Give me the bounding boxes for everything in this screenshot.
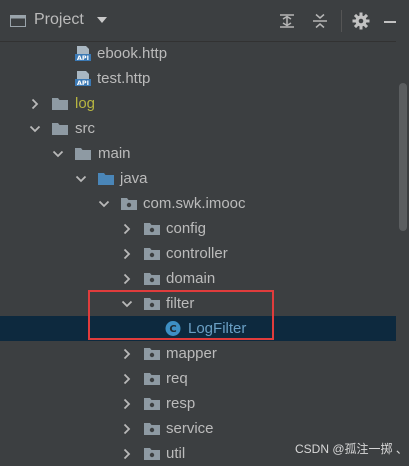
tree-row[interactable]: service: [0, 416, 396, 441]
chevron-down-icon[interactable]: [29, 123, 41, 135]
api-file-icon: API: [75, 46, 91, 62]
package-icon: [144, 223, 160, 235]
tree-row[interactable]: log: [0, 91, 396, 116]
tree-row[interactable]: API test.http: [0, 66, 396, 91]
dropdown-caret-icon[interactable]: [96, 15, 108, 25]
tree-item-label: config: [166, 220, 207, 237]
tree-row[interactable]: API ebook.http: [0, 41, 396, 66]
source-folder-icon: [98, 173, 114, 185]
tree-row[interactable]: config: [0, 216, 396, 241]
project-title[interactable]: Project: [34, 11, 84, 29]
tree-row[interactable]: resp: [0, 391, 396, 416]
chevron-right-icon[interactable]: [121, 248, 133, 260]
package-icon: [144, 248, 160, 260]
package-icon: [144, 398, 160, 410]
chevron-right-icon[interactable]: [29, 98, 41, 110]
tree-item-label: domain: [166, 270, 216, 287]
tree-row[interactable]: main: [0, 141, 396, 166]
tree-row[interactable]: com.swk.imooc: [0, 191, 396, 216]
tree-item-label: service: [166, 420, 214, 437]
expand-all-icon[interactable]: [278, 12, 296, 30]
package-icon: [144, 373, 160, 385]
tree-row[interactable]: domain: [0, 266, 396, 291]
project-toolbar: Project: [0, 0, 409, 42]
tree-item-label: main: [98, 145, 131, 162]
folder-icon: [75, 148, 91, 160]
tree-item-label: test.http: [97, 70, 151, 87]
tree-row[interactable]: src: [0, 116, 396, 141]
tree-item-label: mapper: [166, 345, 217, 362]
tree-item-label: src: [75, 120, 95, 137]
vertical-scrollbar[interactable]: [396, 41, 409, 465]
tree-item-label: ebook.http: [97, 45, 168, 62]
gear-icon[interactable]: [352, 12, 370, 30]
chevron-right-icon[interactable]: [121, 423, 133, 435]
tree-item-label: controller: [166, 245, 228, 262]
tree-row[interactable]: req: [0, 366, 396, 391]
tree-row[interactable]: java: [0, 166, 396, 191]
project-tree: API ebook.http API test.http log src main java c…: [0, 41, 396, 465]
scrollbar-thumb[interactable]: [399, 83, 407, 231]
chevron-right-icon[interactable]: [121, 273, 133, 285]
tree-item-label: java: [120, 170, 148, 187]
collapse-all-icon[interactable]: [311, 12, 329, 30]
package-icon: [144, 348, 160, 360]
project-window-icon: [10, 15, 26, 27]
chevron-right-icon[interactable]: [121, 398, 133, 410]
watermark: CSDN @孤注一掷 、: [295, 442, 408, 456]
highlight-box: [88, 290, 274, 340]
toolbar-divider: [341, 10, 342, 32]
tree-item-label: util: [166, 445, 186, 462]
chevron-down-icon[interactable]: [98, 198, 110, 210]
chevron-right-icon[interactable]: [121, 448, 133, 460]
package-icon: [121, 198, 137, 210]
tree-row[interactable]: controller: [0, 241, 396, 266]
package-icon: [144, 448, 160, 460]
chevron-down-icon[interactable]: [52, 148, 64, 160]
tree-item-label: log: [75, 95, 96, 112]
svg-text:API: API: [77, 54, 89, 62]
tree-item-label: req: [166, 370, 188, 387]
package-icon: [144, 423, 160, 435]
chevron-down-icon[interactable]: [75, 173, 87, 185]
tree-item-label: resp: [166, 395, 196, 412]
tree-item-label: com.swk.imooc: [143, 195, 246, 212]
package-icon: [144, 273, 160, 285]
folder-icon: [52, 123, 68, 135]
chevron-right-icon[interactable]: [121, 348, 133, 360]
folder-icon: [52, 98, 68, 110]
api-file-icon: API: [75, 71, 91, 87]
chevron-right-icon[interactable]: [121, 223, 133, 235]
tree-row[interactable]: mapper: [0, 341, 396, 366]
svg-text:API: API: [77, 79, 89, 87]
minimize-icon[interactable]: [381, 12, 399, 30]
chevron-right-icon[interactable]: [121, 373, 133, 385]
